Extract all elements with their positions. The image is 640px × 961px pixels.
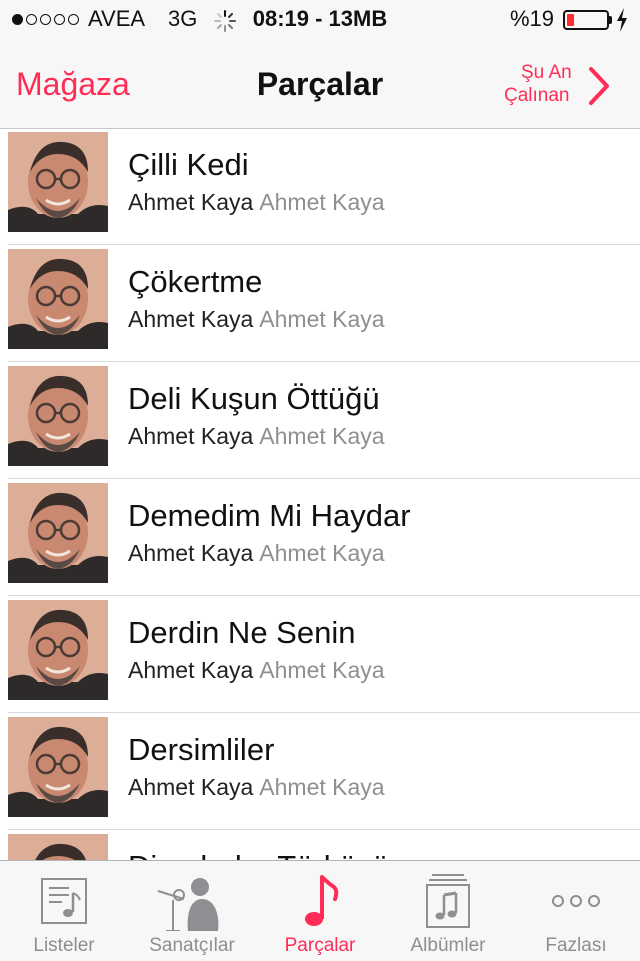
song-title: Demedim Mi Haydar	[128, 498, 411, 533]
tab-playlists[interactable]: Listeler	[0, 861, 128, 961]
tab-songs[interactable]: Parçalar	[256, 861, 384, 961]
navigation-bar: Mağaza Parçalar Şu An Çalınan	[0, 40, 640, 129]
now-playing-label-line1: Şu An	[521, 62, 572, 83]
row-separator	[8, 478, 640, 479]
charging-bolt-icon	[617, 8, 627, 32]
album-artwork	[8, 132, 108, 232]
list-item[interactable]: Derdin Ne Senin Ahmet Kaya Ahmet Kaya	[0, 597, 640, 713]
song-title: Deli Kuşun Öttüğü	[128, 381, 380, 416]
tab-label: Sanatçılar	[149, 935, 235, 956]
album-artwork	[8, 366, 108, 466]
song-subtitle: Ahmet Kaya Ahmet Kaya	[128, 189, 385, 216]
battery-tip	[609, 16, 612, 24]
list-item[interactable]: Dersimliler Ahmet Kaya Ahmet Kaya	[0, 714, 640, 830]
song-artist: Ahmet Kaya	[128, 189, 254, 215]
album-artwork	[8, 600, 108, 700]
row-separator	[8, 712, 640, 713]
artists-icon	[157, 878, 219, 931]
song-subtitle: Ahmet Kaya Ahmet Kaya	[128, 540, 385, 567]
song-title: Çökertme	[128, 264, 263, 299]
status-bar: AVEA 3G 08:19 - 13MB %19	[0, 0, 640, 40]
row-separator	[8, 244, 640, 245]
tab-bar: Listeler Sanatçılar Parçalar Albümler Fa…	[0, 860, 640, 961]
row-separator	[8, 361, 640, 362]
battery-percent: %19	[510, 6, 555, 31]
song-artist: Ahmet Kaya	[128, 657, 254, 683]
list-item[interactable]: Çökertme Ahmet Kaya Ahmet Kaya	[0, 246, 640, 362]
row-separator	[8, 829, 640, 830]
songs-icon	[305, 875, 339, 926]
list-item[interactable]: Deli Kuşun Öttüğü Ahmet Kaya Ahmet Kaya	[0, 363, 640, 479]
playlists-icon	[41, 878, 87, 924]
albums-icon	[426, 874, 470, 928]
album-artwork	[8, 717, 108, 817]
song-subtitle: Ahmet Kaya Ahmet Kaya	[128, 774, 385, 801]
song-album: Ahmet Kaya	[259, 423, 385, 449]
list-item[interactable]: Demedim Mi Haydar Ahmet Kaya Ahmet Kaya	[0, 480, 640, 596]
song-list[interactable]: Çilli Kedi Ahmet Kaya Ahmet Kaya Çökertme Ah…	[0, 129, 640, 860]
list-item[interactable]: Çilli Kedi Ahmet Kaya Ahmet Kaya	[0, 129, 640, 245]
song-title: Derdin Ne Senin	[128, 615, 356, 650]
song-title: Çilli Kedi	[128, 147, 249, 182]
song-album: Ahmet Kaya	[259, 189, 385, 215]
chevron-right-icon	[589, 67, 609, 105]
tab-more[interactable]: Fazlası	[512, 861, 640, 961]
song-subtitle: Ahmet Kaya Ahmet Kaya	[128, 657, 385, 684]
row-separator	[8, 595, 640, 596]
song-subtitle: Ahmet Kaya Ahmet Kaya	[128, 306, 385, 333]
song-title: Dersimliler	[128, 732, 275, 767]
now-playing-label-line2: Çalınan	[504, 85, 570, 106]
album-artwork	[8, 834, 108, 860]
tab-albums[interactable]: Albümler	[384, 861, 512, 961]
battery-icon	[563, 10, 609, 30]
song-album: Ahmet Kaya	[259, 657, 385, 683]
song-album: Ahmet Kaya	[259, 540, 385, 566]
song-artist: Ahmet Kaya	[128, 774, 254, 800]
more-icon	[552, 895, 600, 907]
song-artist: Ahmet Kaya	[128, 540, 254, 566]
tab-artists[interactable]: Sanatçılar	[128, 861, 256, 961]
song-artist: Ahmet Kaya	[128, 306, 254, 332]
album-artwork	[8, 249, 108, 349]
album-artwork	[8, 483, 108, 583]
battery-level-fill	[567, 14, 574, 26]
song-title: Diyarbakır Türküsü	[128, 849, 389, 860]
song-album: Ahmet Kaya	[259, 306, 385, 332]
tab-label: Parçalar	[284, 935, 356, 956]
now-playing-button[interactable]: Şu An Çalınan	[500, 60, 620, 110]
song-subtitle: Ahmet Kaya Ahmet Kaya	[128, 423, 385, 450]
song-album: Ahmet Kaya	[259, 774, 385, 800]
tab-label: Listeler	[33, 935, 95, 956]
tab-label: Albümler	[410, 935, 486, 956]
song-artist: Ahmet Kaya	[128, 423, 254, 449]
tab-label: Fazlası	[545, 935, 607, 956]
list-item[interactable]: Diyarbakır TürküsüAhmet KayaAhmet Kaya	[0, 831, 640, 860]
